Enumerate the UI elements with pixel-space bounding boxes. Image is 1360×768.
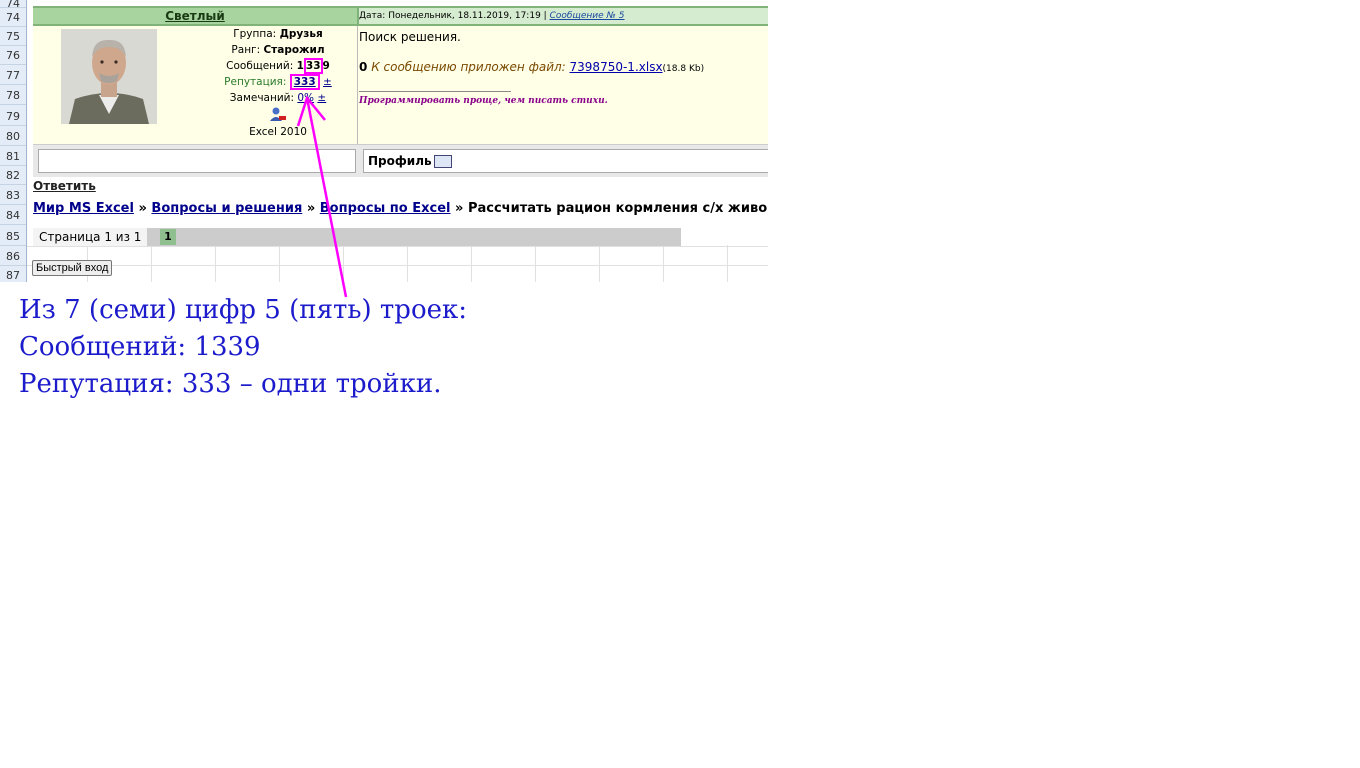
annotation-text: Из 7 (семи) цифр 5 (пять) троек: Сообщен… — [19, 292, 467, 403]
annotation-line: Репутация: 333 – одни тройки. — [19, 369, 442, 399]
annotation-line: Сообщений: 1339 — [19, 332, 261, 362]
annotation-line: Из 7 (семи) цифр 5 (пять) троек: — [19, 295, 467, 325]
arrow-shaft — [305, 97, 348, 298]
